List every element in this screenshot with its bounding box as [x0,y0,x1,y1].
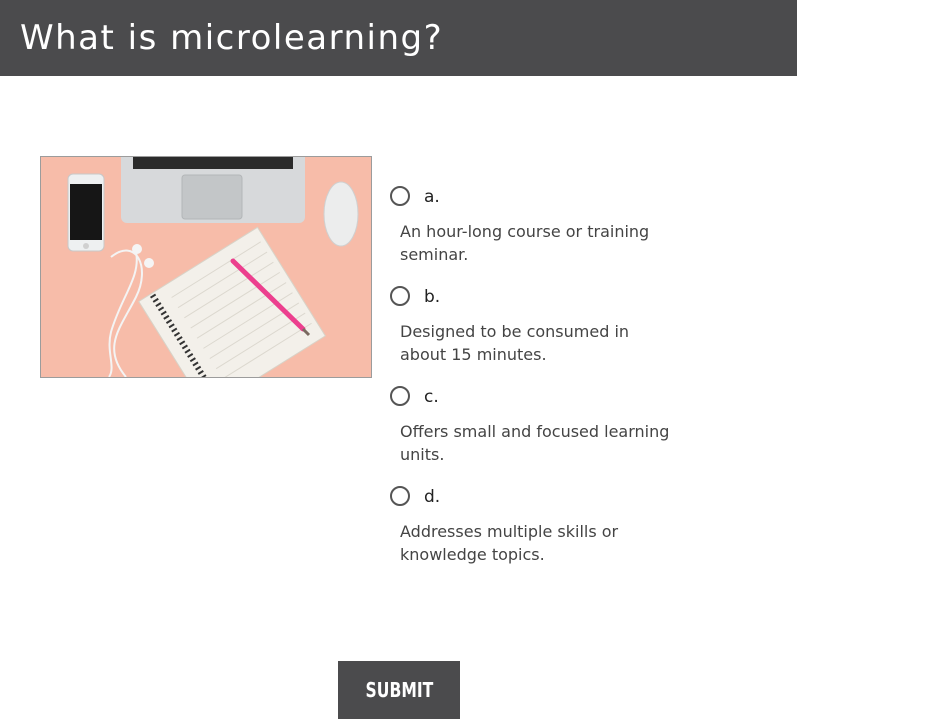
option-d[interactable]: d. Addresses multiple skills or knowledg… [390,480,690,580]
option-b[interactable]: b. Designed to be consumed in about 15 m… [390,280,690,380]
option-letter: b. [424,287,441,307]
radio-d[interactable] [390,486,410,506]
option-letter: d. [424,487,441,507]
option-c[interactable]: c. Offers small and focused learning uni… [390,380,690,480]
option-letter: a. [424,187,440,207]
radio-a[interactable] [390,186,410,206]
submit-button[interactable]: SUBMIT [338,661,460,719]
option-text: Offers small and focused learning units. [400,422,670,464]
question-title: What is microlearning? [20,18,444,58]
radio-b[interactable] [390,286,410,306]
submit-label: SUBMIT [365,678,433,702]
radio-c[interactable] [390,386,410,406]
header-bar: What is microlearning? [0,0,797,76]
option-text: An hour-long course or training seminar. [400,222,650,264]
option-text: Addresses multiple skills or knowledge t… [400,522,619,564]
desk-photo [40,156,372,378]
option-a[interactable]: a. An hour-long course or training semin… [390,180,690,280]
option-letter: c. [424,387,439,407]
option-text: Designed to be consumed in about 15 minu… [400,322,630,364]
desk-photo-illustration [41,157,371,377]
